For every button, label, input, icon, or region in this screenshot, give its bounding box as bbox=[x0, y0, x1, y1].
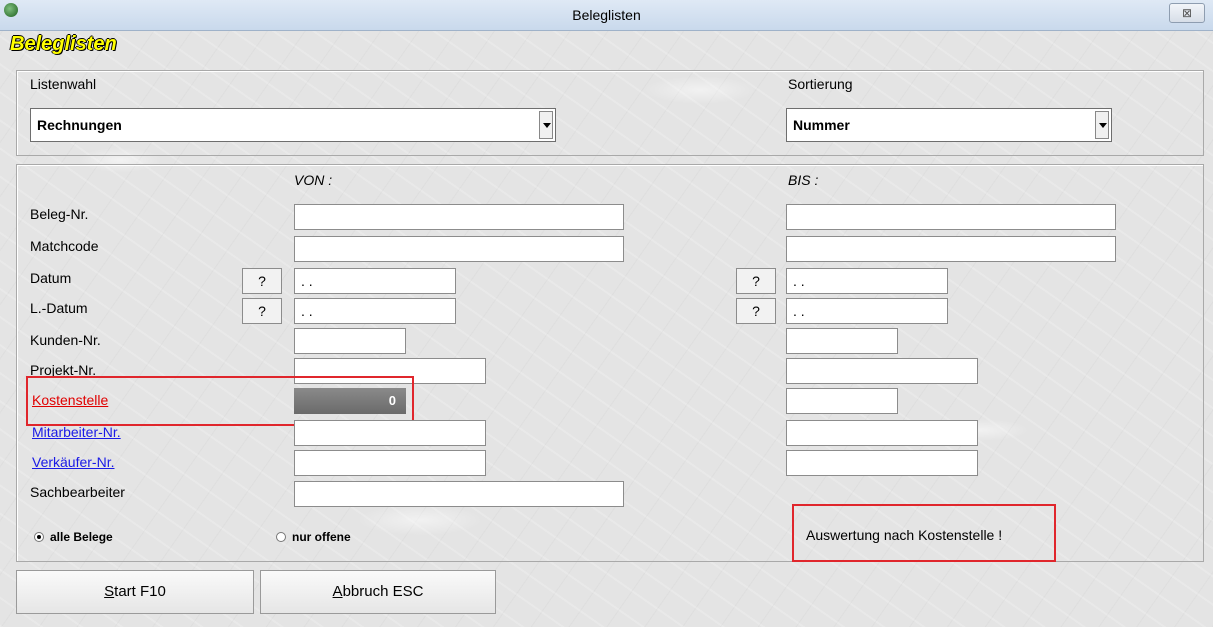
l-datum-von-picker-button[interactable]: ? bbox=[242, 298, 282, 324]
start-accesskey: S bbox=[104, 583, 115, 600]
radio-alle-belege[interactable]: alle Belege bbox=[34, 530, 113, 544]
chevron-down-icon[interactable] bbox=[539, 111, 553, 139]
datum-bis-input[interactable]: . . bbox=[786, 268, 948, 294]
listenwahl-value: Rechnungen bbox=[37, 117, 122, 133]
info-highlight bbox=[792, 504, 1056, 562]
von-header: VON : bbox=[294, 172, 333, 188]
abbruch-button[interactable]: Abbruch ESC bbox=[260, 570, 496, 614]
beleglisten-window: Beleglisten ⊠ Beleglisten Listenwahl Rec… bbox=[0, 0, 1213, 627]
radio-unselected-icon[interactable] bbox=[276, 532, 286, 542]
beleg-nr-bis-input[interactable] bbox=[786, 204, 1116, 230]
sortierung-value: Nummer bbox=[793, 117, 850, 133]
sortierung-select[interactable]: Nummer bbox=[786, 108, 1112, 142]
radio-selected-icon[interactable] bbox=[34, 532, 44, 542]
verkaeufer-nr-bis-input[interactable] bbox=[786, 450, 978, 476]
radio-alle-label: alle Belege bbox=[50, 530, 113, 544]
bis-header: BIS : bbox=[788, 172, 819, 188]
abbruch-label: bbruch ESC bbox=[342, 583, 424, 600]
l-datum-bis-input[interactable]: . . bbox=[786, 298, 948, 324]
kunden-nr-bis-input[interactable] bbox=[786, 328, 898, 354]
mitarbeiter-nr-link[interactable]: Mitarbeiter-Nr. bbox=[32, 424, 121, 440]
projekt-nr-bis-input[interactable] bbox=[786, 358, 978, 384]
radio-nur-offene[interactable]: nur offene bbox=[276, 530, 351, 544]
sortierung-label: Sortierung bbox=[788, 76, 853, 92]
radio-offene-label: nur offene bbox=[292, 530, 351, 544]
kostenstelle-bis-input[interactable] bbox=[786, 388, 898, 414]
mitarbeiter-nr-bis-input[interactable] bbox=[786, 420, 978, 446]
mitarbeiter-nr-von-input[interactable] bbox=[294, 420, 486, 446]
close-button[interactable]: ⊠ bbox=[1169, 3, 1205, 23]
window-title: Beleglisten bbox=[572, 7, 641, 23]
beleg-nr-von-input[interactable] bbox=[294, 204, 624, 230]
kunden-nr-label: Kunden-Nr. bbox=[30, 332, 101, 348]
matchcode-label: Matchcode bbox=[30, 238, 99, 254]
verkaeufer-nr-von-input[interactable] bbox=[294, 450, 486, 476]
sachbearbeiter-label: Sachbearbeiter bbox=[30, 484, 125, 500]
kunden-nr-von-input[interactable] bbox=[294, 328, 406, 354]
l-datum-von-input[interactable]: . . bbox=[294, 298, 456, 324]
verkaeufer-nr-link[interactable]: Verkäufer-Nr. bbox=[32, 454, 114, 470]
datum-bis-picker-button[interactable]: ? bbox=[736, 268, 776, 294]
listenwahl-select[interactable]: Rechnungen bbox=[30, 108, 556, 142]
datum-von-input[interactable]: . . bbox=[294, 268, 456, 294]
kostenstelle-highlight bbox=[26, 376, 414, 426]
matchcode-von-input[interactable] bbox=[294, 236, 624, 262]
start-label: tart F10 bbox=[114, 583, 166, 600]
chevron-down-icon[interactable] bbox=[1095, 111, 1109, 139]
matchcode-bis-input[interactable] bbox=[786, 236, 1116, 262]
abbruch-accesskey: A bbox=[332, 583, 343, 600]
l-datum-label: L.-Datum bbox=[30, 300, 88, 316]
start-button[interactable]: Start F10 bbox=[16, 570, 254, 614]
beleg-nr-label: Beleg-Nr. bbox=[30, 206, 89, 222]
page-heading: Beleglisten bbox=[10, 33, 117, 55]
datum-von-picker-button[interactable]: ? bbox=[242, 268, 282, 294]
datum-label: Datum bbox=[30, 270, 72, 286]
l-datum-bis-picker-button[interactable]: ? bbox=[736, 298, 776, 324]
sachbearbeiter-input[interactable] bbox=[294, 481, 624, 507]
listenwahl-label: Listenwahl bbox=[30, 76, 97, 92]
title-bar: Beleglisten ⊠ bbox=[0, 0, 1213, 31]
